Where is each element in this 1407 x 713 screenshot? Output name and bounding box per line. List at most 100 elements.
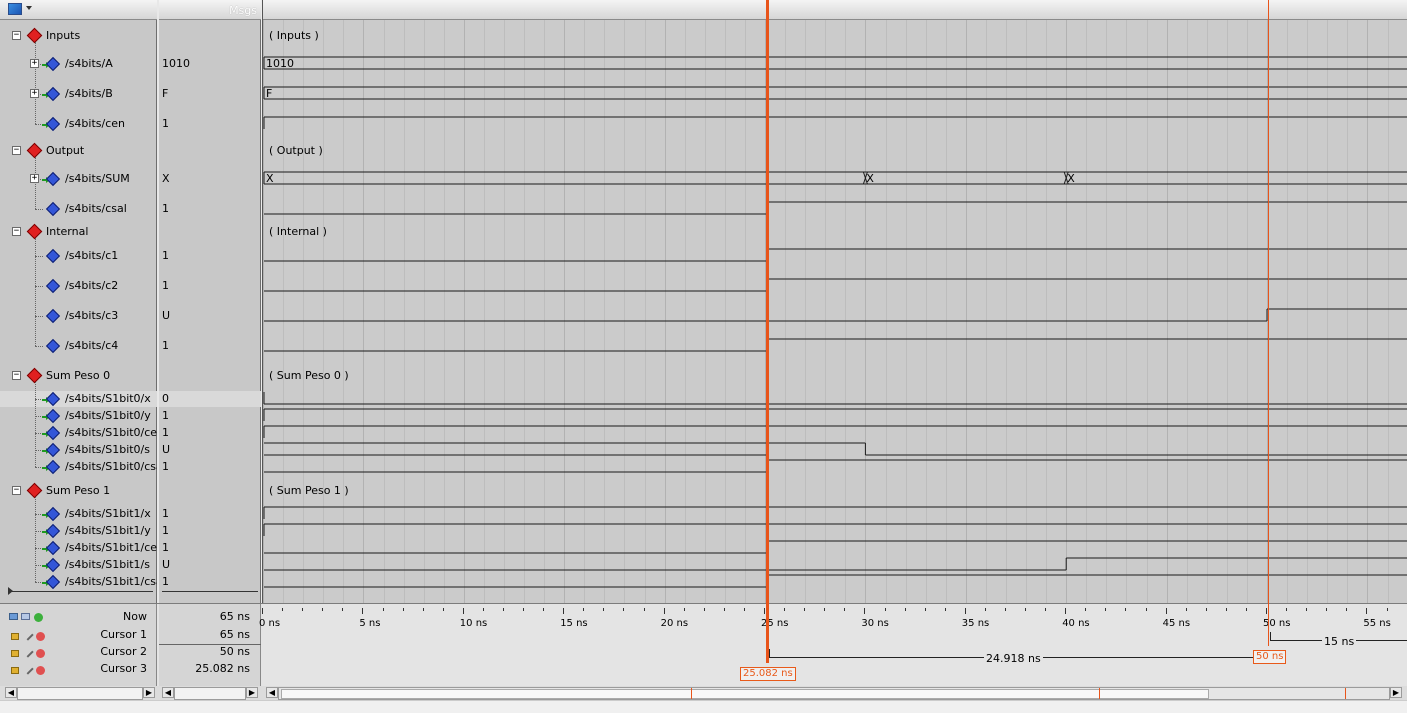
group-row[interactable]: − Inputs (0, 27, 157, 44)
remove-cursor-icon[interactable] (36, 632, 45, 641)
signal-value-row[interactable]: 1 (159, 116, 261, 132)
values-scroll-left[interactable]: ◀ (162, 687, 174, 698)
edit-cursor-icon[interactable] (22, 629, 34, 641)
signal-row[interactable]: + /s4bits/SUM (0, 171, 157, 187)
edit-cursor-icon[interactable] (22, 646, 34, 658)
group-diamond-icon (26, 142, 43, 159)
remove-cursor-icon[interactable] (36, 649, 45, 658)
group-row[interactable]: − Internal (0, 223, 157, 240)
ruler-tick-label: 20 ns (660, 618, 689, 629)
signal-row[interactable]: /s4bits/csal (0, 201, 157, 217)
signal-value-row[interactable]: X (159, 171, 261, 187)
signal-value: 1 (162, 202, 169, 215)
remove-cursor-icon[interactable] (36, 666, 45, 675)
signal-value: X (162, 172, 170, 185)
signal-value-row[interactable]: 1 (159, 425, 261, 441)
signal-row[interactable]: /s4bits/S1bit0/csal (0, 459, 166, 475)
waves-scroll-right[interactable]: ▶ (1390, 687, 1402, 698)
values-scroll-right[interactable]: ▶ (246, 687, 258, 698)
values-scrollbar[interactable] (174, 687, 246, 700)
signal-value-pane[interactable]: Msgs 1010 F 1 X 1 1 1 U 1 0 1 1 U 1 1 1 1 U 1 (159, 0, 261, 686)
signal-row[interactable]: /s4bits/S1bit1/s (0, 557, 157, 573)
wave-toolbar-icon[interactable] (8, 3, 22, 15)
signal-row[interactable]: /s4bits/c2 (0, 278, 157, 294)
waveform-pane[interactable]: 1010 F X X X ( Inputs ) ( Output ) ( Internal … (262, 0, 1407, 686)
signal-value-row[interactable]: 1 (159, 574, 261, 590)
names-scroll-left[interactable]: ◀ (5, 687, 17, 698)
zoom-icon[interactable] (9, 613, 18, 620)
ruler-tick (643, 608, 645, 611)
cursor-2-line[interactable] (1268, 0, 1269, 646)
cursor-2-time-box[interactable]: 50 ns (1253, 650, 1287, 664)
ruler-tick (362, 608, 364, 614)
signal-row[interactable]: + /s4bits/A (0, 56, 157, 72)
cursor-3-time-box[interactable]: 25.082 ns (740, 667, 796, 681)
add-cursor-icon[interactable] (34, 613, 43, 622)
signal-row[interactable]: /s4bits/S1bit0/y (0, 408, 157, 424)
waves-scrollbar[interactable] (278, 687, 1390, 700)
names-scroll-right[interactable]: ▶ (143, 687, 155, 698)
group-row[interactable]: − Sum Peso 0 (0, 367, 157, 384)
signal-row[interactable]: /s4bits/S1bit0/cen (0, 425, 164, 441)
signal-value-row[interactable]: 1 (159, 408, 261, 424)
collapse-toggle-icon[interactable]: − (12, 227, 21, 236)
status-strip (0, 700, 1407, 713)
signal-value-row[interactable]: 0 (159, 391, 261, 407)
collapse-toggle-icon[interactable]: − (12, 31, 21, 40)
signal-row[interactable]: /s4bits/S1bit1/cen (0, 540, 164, 556)
group-row[interactable]: − Output (0, 142, 157, 159)
signal-row[interactable]: /s4bits/c3 (0, 308, 157, 324)
waveform-canvas[interactable]: 1010 F X X X (263, 20, 1407, 603)
signal-row[interactable]: /s4bits/S1bit1/csal (0, 574, 166, 590)
cursor-label: Cursor 3 (100, 662, 147, 675)
signal-value-row[interactable]: 1 (159, 248, 261, 264)
signal-value-row[interactable]: F (159, 86, 261, 102)
signal-row[interactable]: /s4bits/c1 (0, 248, 157, 264)
signal-diamond-icon (45, 459, 61, 475)
collapse-toggle-icon[interactable]: − (12, 371, 21, 380)
signal-row[interactable]: /s4bits/c4 (0, 338, 157, 354)
signal-value-row[interactable]: 1 (159, 506, 261, 522)
lock-icon[interactable] (11, 650, 19, 657)
chevron-down-icon[interactable] (26, 6, 32, 10)
ruler-tick (302, 608, 304, 611)
signal-value-row[interactable]: 1 (159, 523, 261, 539)
lock-icon[interactable] (11, 667, 19, 674)
time-ruler[interactable]: 0 ns 5 ns 10 ns 15 ns 20 ns 25 ns 30 ns 35 ns 40… (259, 604, 1407, 631)
tree-branch (35, 209, 43, 210)
signal-value-row[interactable]: 1 (159, 540, 261, 556)
signal-row[interactable]: + /s4bits/B (0, 86, 157, 102)
waves-scrollbar-thumb[interactable] (281, 689, 1209, 699)
lock-icon[interactable] (11, 633, 19, 640)
signal-value-row[interactable]: 1 (159, 459, 261, 475)
signal-value-row[interactable]: U (159, 557, 261, 573)
collapse-toggle-icon[interactable]: − (12, 486, 21, 495)
cursor-1-2-delta-value: 15 ns (1322, 635, 1357, 648)
waves-scroll-left[interactable]: ◀ (266, 687, 278, 698)
signal-value-row[interactable]: 1 (159, 338, 261, 354)
group-row[interactable]: − Sum Peso 1 (0, 482, 157, 499)
signal-row[interactable]: /s4bits/S1bit0/x (0, 391, 157, 407)
signal-value-row[interactable]: U (159, 308, 261, 324)
expand-toggle-icon[interactable]: + (30, 89, 39, 98)
signal-value-row[interactable]: 1 (159, 278, 261, 294)
signal-row[interactable]: /s4bits/S1bit1/x (0, 506, 157, 522)
cursor-row[interactable]: Cursor 2 50 ns (0, 645, 1407, 662)
expand-toggle-icon[interactable]: + (30, 174, 39, 183)
signal-row[interactable]: /s4bits/cen (0, 116, 157, 132)
signal-value: 1 (162, 507, 169, 520)
signal-value-row[interactable]: U (159, 442, 261, 458)
expand-toggle-icon[interactable]: + (30, 59, 39, 68)
signal-value-row[interactable]: 1010 (159, 56, 261, 72)
signal-row[interactable]: /s4bits/S1bit0/s (0, 442, 157, 458)
edit-cursor-icon[interactable] (22, 663, 34, 675)
signal-value-row[interactable]: 1 (159, 201, 261, 217)
collapse-toggle-icon[interactable]: − (12, 146, 21, 155)
add-window-icon[interactable] (21, 613, 30, 620)
cursor-row[interactable]: Cursor 3 25.082 ns (0, 662, 1407, 679)
ruler-tick (623, 608, 625, 611)
names-scrollbar[interactable] (17, 687, 143, 700)
signal-name-pane[interactable]: − Inputs + /s4bits/A + /s4bits/B/s4bits/cen − O… (0, 0, 166, 686)
cursor-3-line[interactable] (766, 0, 769, 663)
signal-row[interactable]: /s4bits/S1bit1/y (0, 523, 157, 539)
